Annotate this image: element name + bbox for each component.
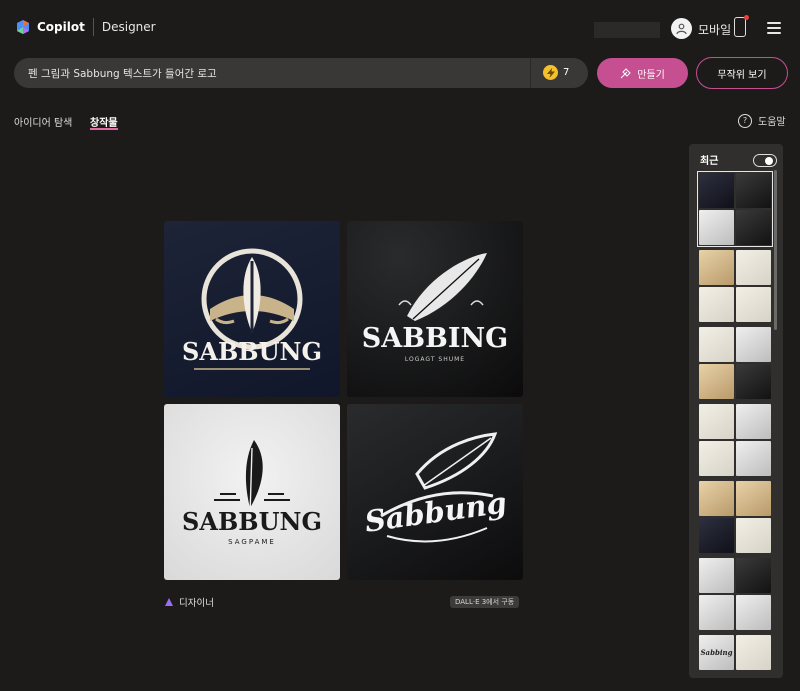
image-logo-subtext: LOGAGT SHUME (405, 356, 465, 363)
mobile-label[interactable]: 모바일 (698, 21, 731, 38)
recent-thumbnail (736, 173, 771, 208)
recent-thumbnail (699, 250, 734, 285)
boost-lightning-icon[interactable] (543, 65, 558, 80)
hamburger-menu-icon[interactable] (767, 22, 781, 34)
help-label: 도움말 (758, 117, 786, 128)
recent-thumbnail-group[interactable]: Sabbing (699, 635, 771, 670)
tab-creations[interactable]: 창작물 (90, 114, 118, 129)
recent-thumbnail (699, 287, 734, 322)
recent-thumbnail (699, 210, 734, 245)
recent-thumbnail (736, 250, 771, 285)
recent-thumbnail (736, 558, 771, 593)
prompt-divider (530, 58, 531, 88)
recent-thumbnail (736, 287, 771, 322)
recent-thumbnail (736, 210, 771, 245)
question-icon: ? (738, 113, 752, 128)
recent-thumbnail (736, 481, 771, 516)
notification-dot (744, 15, 749, 20)
create-button[interactable]: 만들기 (597, 58, 688, 88)
recent-thumbnail (736, 404, 771, 439)
magic-brush-icon (620, 67, 631, 78)
prompt-input[interactable] (28, 67, 518, 79)
random-button[interactable]: 무작위 보기 (696, 57, 788, 89)
recent-thumbnail (699, 441, 734, 476)
recent-thumbnail (699, 327, 734, 362)
image-logo-text: SABBUNG (182, 507, 322, 536)
boost-count: 7 (563, 67, 570, 78)
user-icon (676, 23, 687, 35)
recent-thumbnail (736, 595, 771, 630)
recent-thumbnail-group[interactable] (699, 404, 771, 476)
create-button-label: 만들기 (637, 69, 665, 81)
copilot-icon (17, 20, 29, 34)
recent-thumbnail-group[interactable] (699, 481, 771, 553)
recent-thumbnail: Sabbing (699, 635, 734, 670)
recent-thumbnail (699, 404, 734, 439)
copilot-logo[interactable]: Copilot Designer (15, 18, 156, 36)
active-tab-indicator (90, 128, 118, 130)
recent-thumbnail (736, 327, 771, 362)
avatar[interactable] (671, 18, 692, 39)
image-logo-subtext: SAGPAME (228, 538, 276, 546)
generated-image-3[interactable]: SABBUNG SAGPAME (164, 404, 340, 580)
header-divider (92, 18, 94, 36)
recent-thumbnail (736, 635, 771, 670)
recent-thumbnail (699, 364, 734, 399)
recent-thumbnail-group[interactable] (697, 171, 773, 247)
recent-thumbnail (736, 518, 771, 553)
recent-thumbnail (736, 364, 771, 399)
generated-image-4[interactable]: Sabbung (347, 404, 523, 580)
product-name: Designer (101, 20, 156, 34)
image-logo-text: Sabbung (363, 485, 509, 539)
thumbnail-text: Sabbing (700, 648, 733, 657)
designer-tag: 디자이너 (164, 595, 214, 609)
help-link[interactable]: ? 도움말 (738, 113, 786, 128)
brand-name: Copilot (37, 20, 85, 34)
toggle-knob (765, 157, 773, 165)
recent-thumbnail (699, 595, 734, 630)
generated-image-2[interactable]: SABBING LOGAGT SHUME (347, 221, 523, 397)
recent-thumbnail-group[interactable] (699, 558, 771, 630)
recent-thumbnail (699, 518, 734, 553)
random-button-label: 무작위 보기 (717, 69, 767, 81)
recent-thumbnail (699, 481, 734, 516)
designer-icon (165, 598, 173, 606)
recent-thumbnail-group[interactable] (699, 327, 771, 399)
recent-thumbnail (699, 558, 734, 593)
account-placeholder (594, 22, 660, 38)
tab-explore-ideas[interactable]: 아이디어 탐색 (14, 114, 72, 129)
sidebar-scrollbar[interactable] (774, 170, 777, 330)
phone-icon[interactable] (734, 17, 746, 37)
image-logo-text: SABBING (362, 323, 508, 354)
recent-thumbnail (699, 173, 734, 208)
designer-label: 디자이너 (179, 598, 214, 609)
dalle-badge: DALL·E 3에서 구동 (450, 596, 520, 608)
generated-image-1[interactable]: SABBUNG (164, 221, 340, 397)
recent-thumbnail-group[interactable] (699, 250, 771, 322)
recent-title: 최근 (700, 156, 719, 167)
image-logo-text: SABBUNG (182, 337, 322, 366)
recent-thumbnail (736, 441, 771, 476)
